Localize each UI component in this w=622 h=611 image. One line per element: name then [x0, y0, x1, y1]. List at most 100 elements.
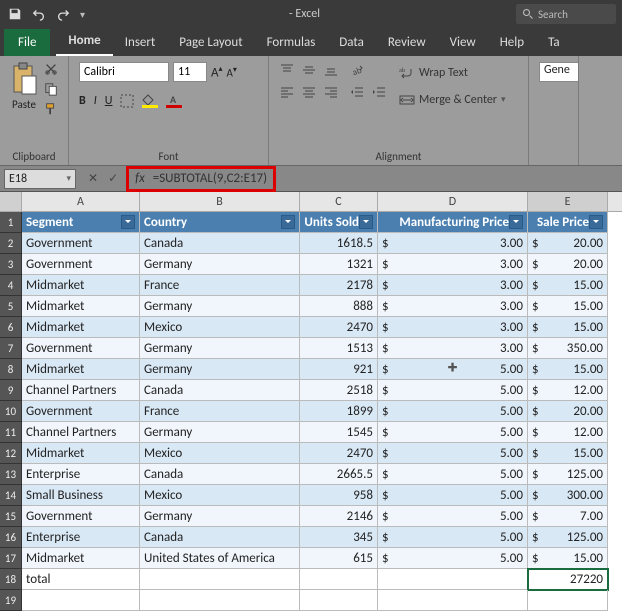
row-header[interactable]: 7	[0, 338, 22, 359]
row-header[interactable]: 15	[0, 506, 22, 527]
row-header[interactable]: 18	[0, 569, 22, 590]
tab-ta[interactable]: Ta	[536, 29, 572, 56]
cell[interactable]: Mexico	[140, 485, 300, 506]
qat-dropdown-icon[interactable]: ▾	[80, 8, 85, 21]
cell[interactable]	[140, 569, 300, 590]
col-header-C[interactable]: C	[300, 192, 378, 211]
cell[interactable]	[140, 590, 300, 611]
cell[interactable]: 345	[300, 527, 378, 548]
cell[interactable]: Government	[22, 254, 140, 275]
cell[interactable]: $3.00	[378, 296, 528, 317]
cell[interactable]: 2178	[300, 275, 378, 296]
cell[interactable]: $3.00	[378, 233, 528, 254]
cell[interactable]: Midmarket	[22, 443, 140, 464]
align-left-icon[interactable]	[279, 84, 295, 100]
orientation-icon[interactable]: ab	[349, 62, 365, 78]
cell[interactable]: $15.00	[528, 359, 608, 380]
table-header[interactable]: Country	[140, 212, 300, 233]
cell[interactable]: 2146	[300, 506, 378, 527]
number-format-select[interactable]: Gene	[539, 62, 579, 82]
cell[interactable]: Mexico	[140, 317, 300, 338]
cell[interactable]: Germany	[140, 359, 300, 380]
cell[interactable]: $15.00	[528, 275, 608, 296]
cell[interactable]: Midmarket	[22, 359, 140, 380]
cell[interactable]: Mexico	[140, 443, 300, 464]
cell[interactable]	[22, 590, 140, 611]
tab-home[interactable]: Home	[56, 27, 112, 56]
cell[interactable]: $350.00	[528, 338, 608, 359]
cell[interactable]: $3.00	[378, 275, 528, 296]
cell[interactable]: 2665.5	[300, 464, 378, 485]
cell[interactable]: $20.00	[528, 254, 608, 275]
cell[interactable]: United States of America	[140, 548, 300, 569]
col-header-A[interactable]: A	[22, 192, 140, 211]
cell[interactable]: $300.00	[528, 485, 608, 506]
spreadsheet-grid[interactable]: ABCDE 1SegmentCountryUnits SoldManufactu…	[0, 192, 622, 611]
cell[interactable]: 2470	[300, 317, 378, 338]
cell[interactable]: 1899	[300, 401, 378, 422]
cell[interactable]: $3.00	[378, 317, 528, 338]
cell[interactable]: $125.00	[528, 527, 608, 548]
cell[interactable]: Canada	[140, 233, 300, 254]
cell[interactable]: Germany	[140, 422, 300, 443]
underline-button[interactable]: U	[105, 94, 113, 108]
table-header[interactable]: Sale Price	[528, 212, 608, 233]
cell[interactable]: Channel Partners	[22, 380, 140, 401]
align-right-icon[interactable]	[323, 84, 339, 100]
cell[interactable]: $5.00	[378, 443, 528, 464]
cell[interactable]: $5.00	[378, 506, 528, 527]
tab-view[interactable]: View	[438, 29, 488, 56]
tab-insert[interactable]: Insert	[113, 29, 168, 56]
row-header[interactable]: 5	[0, 296, 22, 317]
cell[interactable]: 1321	[300, 254, 378, 275]
col-header-B[interactable]: B	[140, 192, 300, 211]
font-size-select[interactable]	[173, 62, 207, 82]
cell[interactable]: 958	[300, 485, 378, 506]
cell[interactable]: France	[140, 401, 300, 422]
cell[interactable]: $7.00	[528, 506, 608, 527]
filter-icon[interactable]	[281, 215, 295, 229]
cell[interactable]: Small Business	[22, 485, 140, 506]
cell[interactable]: 888	[300, 296, 378, 317]
tab-page-layout[interactable]: Page Layout	[167, 29, 254, 56]
wrap-text-button[interactable]: ab Wrap Text	[399, 62, 506, 83]
cell[interactable]: $3.00	[378, 254, 528, 275]
col-header-E[interactable]: E	[528, 192, 608, 211]
fill-color-icon[interactable]	[142, 94, 158, 108]
enter-formula-icon[interactable]: ✓	[108, 171, 118, 186]
cell[interactable]: Canada	[140, 380, 300, 401]
border-icon[interactable]	[120, 94, 134, 108]
cell[interactable]: Government	[22, 401, 140, 422]
filter-icon[interactable]	[121, 215, 135, 229]
cell[interactable]: $12.00	[528, 422, 608, 443]
tab-review[interactable]: Review	[376, 29, 438, 56]
cell[interactable]: Midmarket	[22, 317, 140, 338]
cell[interactable]	[528, 590, 608, 611]
bold-button[interactable]: B	[79, 94, 86, 108]
filter-icon[interactable]	[589, 215, 603, 229]
tab-file[interactable]: File	[4, 29, 50, 56]
cell[interactable]: 2470	[300, 443, 378, 464]
align-bottom-icon[interactable]	[323, 62, 339, 78]
cell[interactable]: $20.00	[528, 401, 608, 422]
merge-center-button[interactable]: Merge & Center ▾	[399, 89, 506, 110]
cell[interactable]	[300, 569, 378, 590]
cell[interactable]: 1513	[300, 338, 378, 359]
redo-icon[interactable]	[56, 7, 70, 21]
cell[interactable]: Germany	[140, 254, 300, 275]
cell[interactable]	[378, 569, 528, 590]
font-name-select[interactable]	[79, 62, 169, 82]
row-header[interactable]: 16	[0, 527, 22, 548]
cell[interactable]: 615	[300, 548, 378, 569]
filter-icon[interactable]	[509, 215, 523, 229]
cell[interactable]: Enterprise	[22, 464, 140, 485]
cell[interactable]: 2518	[300, 380, 378, 401]
cell[interactable]: Germany	[140, 506, 300, 527]
cell[interactable]: $15.00	[528, 443, 608, 464]
tab-data[interactable]: Data	[327, 29, 376, 56]
cell[interactable]: Enterprise	[22, 527, 140, 548]
row-header[interactable]: 2	[0, 233, 22, 254]
row-header[interactable]: 9	[0, 380, 22, 401]
font-color-icon[interactable]: A	[166, 94, 182, 108]
align-top-icon[interactable]	[279, 62, 295, 78]
